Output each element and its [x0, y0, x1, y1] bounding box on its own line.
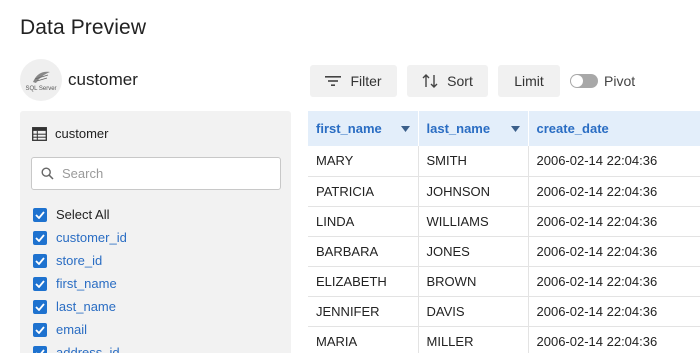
sort-label: Sort [447, 73, 473, 89]
check-icon [35, 210, 45, 219]
select-all-item[interactable]: Select All [33, 203, 127, 226]
column-label: last_name [56, 299, 116, 314]
table-row: LINDA WILLIAMS 2006-02-14 22:04:36 [308, 206, 700, 237]
check-icon [35, 325, 45, 334]
column-checkbox[interactable] [33, 345, 47, 353]
limit-button[interactable]: Limit [498, 65, 560, 97]
limit-label: Limit [514, 73, 544, 89]
sidebar-table-name: customer [55, 126, 109, 141]
column-item-store-id[interactable]: store_id [33, 249, 127, 272]
table-row: JENNIFER DAVIS 2006-02-14 22:04:36 [308, 296, 700, 327]
table-cell: 2006-02-14 22:04:36 [528, 236, 700, 267]
column-checkbox[interactable] [33, 276, 47, 291]
column-label: address_id [56, 345, 120, 353]
column-item-address-id[interactable]: address_id [33, 341, 127, 353]
table-cell: JOHNSON [418, 176, 529, 207]
table-cell: MILLER [418, 326, 529, 353]
search-icon [41, 167, 54, 180]
column-item-last-name[interactable]: last_name [33, 295, 127, 318]
column-header-label: last_name [426, 121, 491, 136]
table-cell: JENNIFER [308, 296, 419, 327]
sort-icon [422, 74, 438, 88]
table-cell: 2006-02-14 22:04:36 [528, 176, 700, 207]
column-label: email [56, 322, 88, 337]
table-row: ELIZABETH BROWN 2006-02-14 22:04:36 [308, 266, 700, 297]
table-row: MARY SMITH 2006-02-14 22:04:36 [308, 146, 700, 177]
column-item-customer-id[interactable]: customer_id [33, 226, 127, 249]
table-cell: 2006-02-14 22:04:36 [528, 326, 700, 353]
column-list: Select All customer_id store_id first_na… [33, 203, 127, 353]
table-cell: DAVIS [418, 296, 529, 327]
table-icon [32, 126, 47, 141]
filter-button[interactable]: Filter [310, 65, 397, 97]
check-icon [35, 302, 45, 311]
filter-label: Filter [350, 73, 382, 89]
sort-button[interactable]: Sort [407, 65, 488, 97]
column-sidebar: customer Select All customer_id [20, 111, 291, 353]
column-header-label: first_name [316, 121, 382, 136]
caret-down-icon[interactable] [510, 125, 520, 132]
table-cell: WILLIAMS [418, 206, 529, 237]
check-icon [35, 279, 45, 288]
pivot-switch-knob [571, 75, 583, 87]
column-item-email[interactable]: email [33, 318, 127, 341]
column-checkbox[interactable] [33, 322, 47, 337]
table-row: MARIA MILLER 2006-02-14 22:04:36 [308, 326, 700, 353]
search-input[interactable] [62, 166, 242, 181]
column-label: store_id [56, 253, 103, 268]
column-header-label: create_date [536, 121, 609, 136]
table-cell: SMITH [418, 146, 529, 177]
select-all-label: Select All [56, 207, 110, 222]
column-header-last-name[interactable]: last_name [418, 111, 529, 146]
sql-server-logo-text: SQL Server [25, 85, 57, 92]
column-label: customer_id [56, 230, 127, 245]
table-row: BARBARA JONES 2006-02-14 22:04:36 [308, 236, 700, 267]
sql-server-logo: SQL Server [20, 59, 62, 101]
sql-server-logo-icon [33, 71, 50, 83]
caret-down-icon[interactable] [400, 125, 410, 132]
column-header-first-name[interactable]: first_name [308, 111, 419, 146]
column-item-first-name[interactable]: first_name [33, 272, 127, 295]
table-cell: BARBARA [308, 236, 419, 267]
table-cell: MARY [308, 146, 419, 177]
check-icon [35, 256, 45, 265]
table-cell: MARIA [308, 326, 419, 353]
column-checkbox[interactable] [33, 230, 47, 245]
sidebar-table-header: customer [32, 126, 108, 141]
data-grid: first_name last_name create_date MARY SM… [308, 111, 700, 353]
data-table: first_name last_name create_date MARY SM… [308, 111, 700, 353]
column-checkbox[interactable] [33, 299, 47, 314]
check-icon [35, 233, 45, 242]
pivot-switch[interactable] [570, 74, 598, 88]
data-preview-page: Data Preview SQL Server customer Filter [0, 0, 700, 353]
table-cell: 2006-02-14 22:04:36 [528, 296, 700, 327]
page-title: Data Preview [20, 16, 147, 39]
column-checkbox[interactable] [33, 253, 47, 268]
column-label: first_name [56, 276, 117, 291]
table-cell: ELIZABETH [308, 266, 419, 297]
column-search[interactable] [31, 157, 281, 190]
table-header-row: first_name last_name create_date [308, 111, 700, 146]
check-icon [35, 348, 45, 353]
pivot-label: Pivot [604, 73, 636, 89]
table-cell: BROWN [418, 266, 529, 297]
pivot-toggle[interactable]: Pivot [570, 65, 635, 97]
table-cell: LINDA [308, 206, 419, 237]
table-cell: JONES [418, 236, 529, 267]
source-name: customer [68, 70, 138, 89]
table-row: PATRICIA JOHNSON 2006-02-14 22:04:36 [308, 176, 700, 207]
table-cell: 2006-02-14 22:04:36 [528, 146, 700, 177]
column-header-create-date[interactable]: create_date [528, 111, 700, 146]
table-cell: 2006-02-14 22:04:36 [528, 206, 700, 237]
select-all-checkbox[interactable] [33, 207, 47, 222]
filter-icon [325, 75, 342, 87]
table-cell: PATRICIA [308, 176, 419, 207]
table-cell: 2006-02-14 22:04:36 [528, 266, 700, 297]
